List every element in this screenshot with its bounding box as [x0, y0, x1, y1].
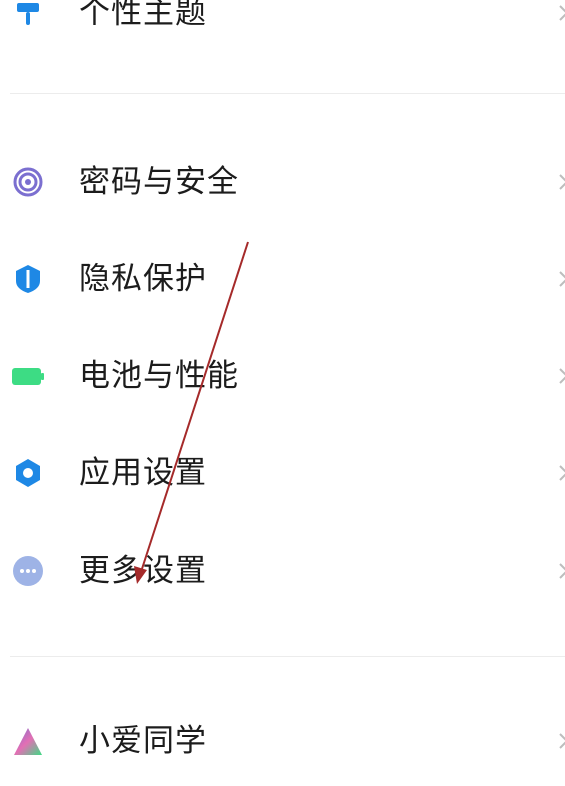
settings-item-label: 个性主题 [79, 0, 207, 31]
settings-item-label: 密码与安全 [79, 164, 239, 200]
chevron-right-icon [557, 270, 565, 288]
chevron-right-icon [557, 4, 565, 22]
settings-item-label: 小爱同学 [79, 723, 207, 759]
settings-item-theme[interactable]: 个性主题 [0, 0, 565, 58]
gear-icon [12, 457, 44, 489]
settings-item-xiaoai[interactable]: 小爱同学 [0, 696, 565, 786]
shield-icon [12, 263, 44, 295]
settings-item-password-security[interactable]: 密码与安全 [0, 137, 565, 227]
section-divider [10, 93, 565, 94]
chevron-right-icon [557, 732, 565, 750]
brush-icon [12, 0, 44, 29]
settings-item-label: 应用设置 [79, 455, 207, 491]
settings-item-label: 电池与性能 [79, 358, 239, 394]
chevron-right-icon [557, 173, 565, 191]
settings-item-label: 更多设置 [79, 553, 207, 589]
fingerprint-icon [12, 166, 44, 198]
settings-item-battery-performance[interactable]: 电池与性能 [0, 331, 565, 421]
xiaoai-icon [12, 725, 44, 757]
battery-icon [12, 360, 44, 392]
more-dots-icon [12, 555, 44, 587]
settings-item-more-settings[interactable]: 更多设置 [0, 526, 565, 616]
chevron-right-icon [557, 464, 565, 482]
settings-item-app-settings[interactable]: 应用设置 [0, 428, 565, 518]
settings-item-label: 隐私保护 [79, 261, 207, 297]
chevron-right-icon [557, 562, 565, 580]
section-divider [10, 656, 565, 657]
settings-item-privacy[interactable]: 隐私保护 [0, 234, 565, 324]
chevron-right-icon [557, 367, 565, 385]
